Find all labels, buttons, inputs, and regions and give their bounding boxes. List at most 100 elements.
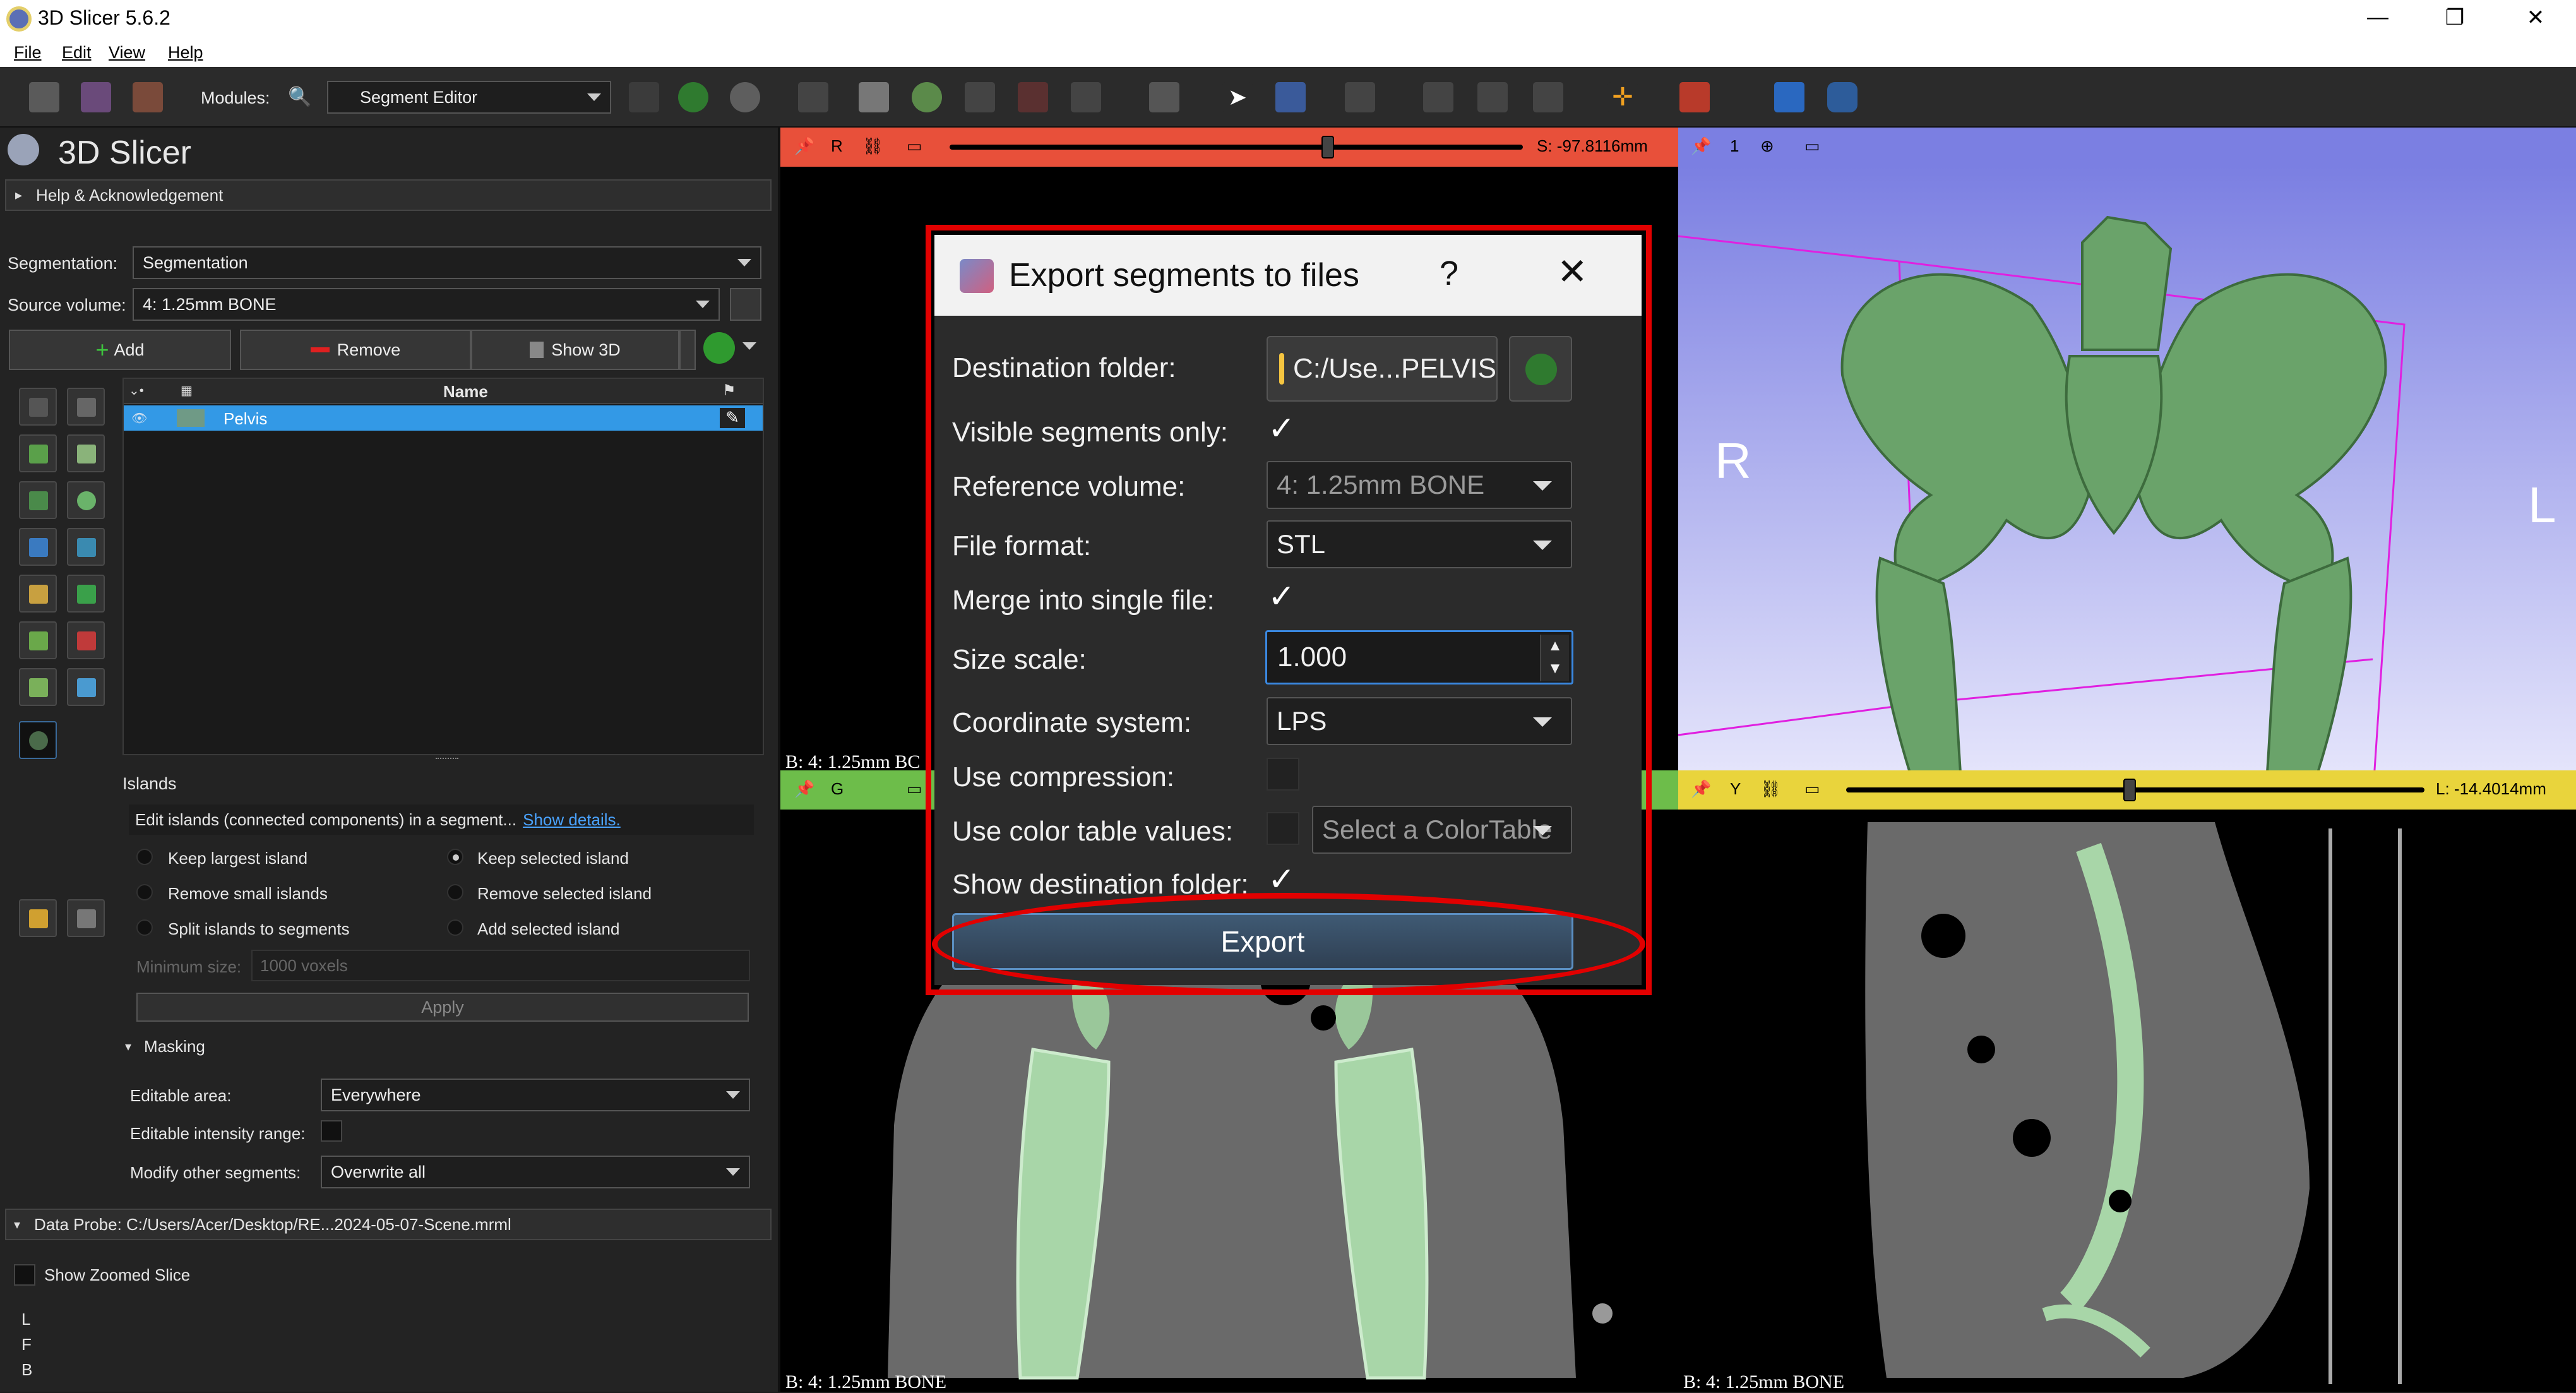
- pin-icon[interactable]: 📌: [1691, 136, 1711, 156]
- red-view-letter: R: [831, 136, 843, 155]
- editable-area-selector[interactable]: Everywhere: [321, 1079, 750, 1111]
- effect-threshold-icon[interactable]: [67, 388, 105, 426]
- effect-draw-icon[interactable]: [67, 434, 105, 472]
- pin-icon[interactable]: 📌: [794, 779, 814, 799]
- data-probe-header[interactable]: ▾ Data Probe: C:/Users/Acer/Desktop/RE..…: [5, 1209, 772, 1240]
- forward-arrow-icon[interactable]: [730, 82, 760, 112]
- radio-add-selected[interactable]: [447, 919, 463, 936]
- eye-icon[interactable]: 👁: [131, 410, 147, 426]
- maximize-view-icon[interactable]: ▭: [1804, 136, 1820, 156]
- pointer-icon[interactable]: ➤: [1222, 82, 1253, 112]
- red-slice-slider[interactable]: [950, 145, 1523, 150]
- edit-pencil-icon[interactable]: ✎: [720, 408, 745, 428]
- dicom-icon[interactable]: [81, 82, 111, 112]
- segment-row[interactable]: 👁 Pelvis ✎: [124, 405, 763, 431]
- effect-scissors-icon[interactable]: [67, 621, 105, 659]
- volumes-module-icon[interactable]: [859, 82, 889, 112]
- show-3d-button[interactable]: Show 3D: [471, 330, 679, 370]
- effect-paint-icon[interactable]: [19, 434, 57, 472]
- views-icon[interactable]: [1477, 82, 1508, 112]
- models-module-icon[interactable]: [912, 82, 942, 112]
- data-module-icon[interactable]: [798, 82, 828, 112]
- red-slice-slider-handle[interactable]: [1321, 136, 1335, 158]
- effect-smoothing-icon[interactable]: [19, 621, 57, 659]
- radio-keep-largest[interactable]: [136, 849, 153, 865]
- volume-settings-button[interactable]: [730, 288, 761, 321]
- min-size-spinbox[interactable]: 1000 voxels: [251, 950, 750, 981]
- effect-margin-icon[interactable]: [19, 575, 57, 613]
- add-segment-button[interactable]: + Add: [9, 330, 231, 370]
- effect-hollow-icon[interactable]: [67, 575, 105, 613]
- modify-other-selector[interactable]: Overwrite all: [321, 1156, 750, 1188]
- effect-islands-icon[interactable]: [19, 668, 57, 706]
- radio-remove-selected-label: Remove selected island: [477, 884, 652, 903]
- name-column-header[interactable]: Name: [443, 382, 488, 402]
- effect-grow-seeds-icon[interactable]: [19, 528, 57, 566]
- maximize-button[interactable]: ❐: [2436, 5, 2474, 30]
- help-section-header[interactable]: ▸ Help & Acknowledgement: [5, 179, 772, 211]
- effect-erase-icon[interactable]: [19, 481, 57, 519]
- extensions-icon[interactable]: [1679, 82, 1710, 112]
- segmentation-selector[interactable]: Segmentation: [133, 246, 761, 279]
- segment-editor-module-icon[interactable]: [1071, 82, 1101, 112]
- module-history-icon[interactable]: [629, 82, 659, 112]
- menu-edit[interactable]: Edit: [62, 43, 92, 63]
- splitter-handle[interactable]: [436, 758, 458, 760]
- radio-split-islands[interactable]: [136, 919, 153, 936]
- center-view-icon[interactable]: ⊕: [1760, 136, 1774, 156]
- segmentation-label: Segmentation:: [8, 254, 118, 273]
- layout-icon[interactable]: [1149, 82, 1179, 112]
- undo-icon[interactable]: [19, 899, 57, 937]
- load-data-icon[interactable]: [29, 82, 59, 112]
- effect-level-tracing-icon[interactable]: [67, 481, 105, 519]
- show-zoomed-slice-checkbox[interactable]: [14, 1264, 35, 1286]
- show-details-link[interactable]: Show details.: [523, 810, 621, 830]
- markups-module-icon[interactable]: [1018, 82, 1048, 112]
- effect-fill-between-icon[interactable]: [67, 528, 105, 566]
- effect-none-icon[interactable]: [19, 388, 57, 426]
- pin-icon[interactable]: 📌: [1691, 779, 1711, 799]
- minimize-button[interactable]: —: [2359, 5, 2397, 30]
- effect-mask-volume-icon[interactable]: [19, 721, 57, 759]
- back-arrow-icon[interactable]: [678, 82, 708, 112]
- maximize-view-icon[interactable]: ▭: [907, 779, 922, 799]
- radio-remove-selected[interactable]: [447, 884, 463, 900]
- pin-icon[interactable]: 📌: [794, 136, 814, 156]
- crosshair-module-icon[interactable]: [1345, 82, 1375, 112]
- segment-color-swatch[interactable]: [177, 409, 205, 427]
- segmentation-export-arrow-icon[interactable]: [703, 332, 735, 364]
- redo-icon[interactable]: [67, 899, 105, 937]
- module-search-icon[interactable]: 🔍: [288, 86, 311, 108]
- menu-help[interactable]: Help: [168, 43, 203, 63]
- screenshot-icon[interactable]: [1423, 82, 1453, 112]
- compare-views-icon[interactable]: [1533, 82, 1563, 112]
- radio-remove-small[interactable]: [136, 884, 153, 900]
- yellow-slice-slider-handle[interactable]: [2123, 779, 2136, 801]
- maximize-view-icon[interactable]: ▭: [907, 136, 922, 156]
- module-selector[interactable]: Segment Editor: [327, 81, 611, 114]
- close-window-button[interactable]: ✕: [2517, 5, 2555, 30]
- masking-section-header[interactable]: ▾ Masking: [125, 1037, 205, 1056]
- effect-logical-icon[interactable]: [67, 668, 105, 706]
- yellow-slice-view[interactable]: B: 4: 1.25mm BONE: [1678, 810, 2576, 1392]
- maximize-view-icon[interactable]: ▭: [1804, 779, 1820, 799]
- apply-button[interactable]: Apply: [136, 993, 749, 1022]
- python-console-icon[interactable]: [1827, 82, 1857, 112]
- menu-view[interactable]: View: [109, 43, 145, 63]
- source-volume-selector[interactable]: 4: 1.25mm BONE: [133, 288, 720, 321]
- show-3d-dropdown[interactable]: [679, 330, 696, 370]
- menu-file[interactable]: File: [14, 43, 42, 63]
- link-icon[interactable]: ⛓: [862, 136, 883, 156]
- extension-manager-icon[interactable]: [1774, 82, 1804, 112]
- remove-segment-button[interactable]: Remove: [240, 330, 471, 370]
- editable-intensity-checkbox[interactable]: [321, 1120, 342, 1142]
- segment-name[interactable]: Pelvis: [224, 409, 267, 429]
- transforms-module-icon[interactable]: [965, 82, 995, 112]
- export-dropdown-arrow-icon[interactable]: [742, 342, 756, 350]
- threed-view[interactable]: R L: [1678, 167, 2576, 770]
- save-icon[interactable]: [133, 82, 163, 112]
- crosshair-icon[interactable]: ✛: [1607, 82, 1638, 112]
- place-widget-icon[interactable]: [1275, 82, 1306, 112]
- radio-keep-selected[interactable]: [447, 849, 463, 865]
- link-icon[interactable]: ⛓: [1760, 779, 1781, 799]
